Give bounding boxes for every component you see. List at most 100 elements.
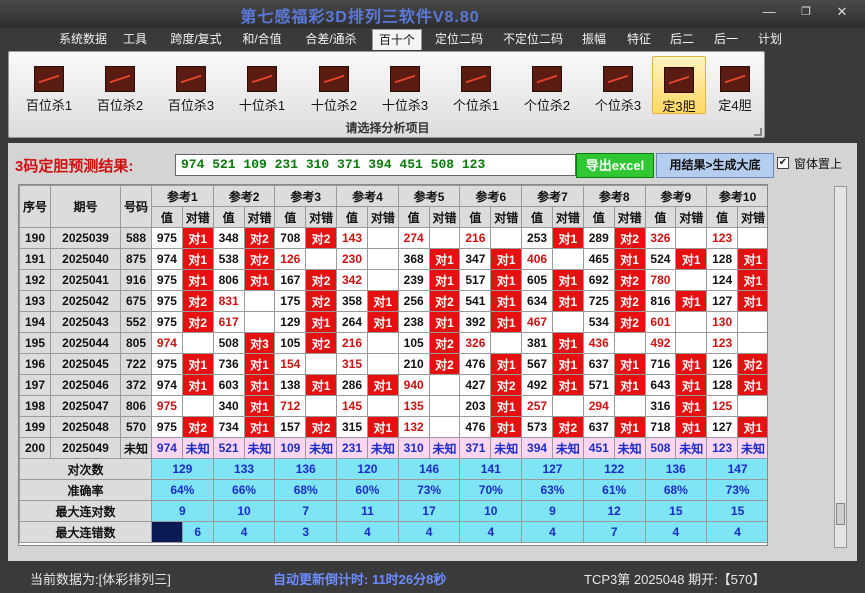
ref-hit-cell (428, 374, 461, 396)
ribbon-tool-11[interactable]: 定4胆 (708, 56, 762, 114)
ref-value-cell: 708 (274, 227, 307, 249)
forecast-code: 未知 (120, 437, 152, 459)
table-row[interactable]: 199 2025048 570 975 对2 734 对1 157 对2 315 对1 132 476 对… (19, 416, 767, 438)
menu-item-11[interactable]: 后二 (664, 29, 700, 50)
stats-value-cell: 4 (459, 521, 523, 543)
menu-item-5[interactable]: 合差/通杀 (297, 29, 365, 50)
vertical-scrollbar[interactable] (834, 186, 847, 548)
menu-item-3[interactable]: 跨度/复式 (163, 29, 229, 50)
ribbon-tool-5[interactable]: 十位杀2 (302, 56, 366, 114)
ref-hit-cell: 对2 (243, 227, 276, 249)
ref-hit-cell: 对1 (675, 416, 708, 438)
ref-hit-cell: 对2 (305, 416, 338, 438)
menu-item-13[interactable]: 计划 (752, 29, 788, 50)
menu-item-9[interactable]: 振幅 (576, 29, 612, 50)
ribbon-tool-label: 十位杀3 (381, 98, 429, 113)
ref-hit-cell: 对2 (305, 290, 338, 312)
ref-hit-cell: 对1 (490, 290, 523, 312)
forecast-value-cell: 521 (212, 437, 245, 459)
row-issue: 2025042 (50, 290, 121, 312)
menu-item-6[interactable]: 百十个 (372, 29, 422, 50)
row-issue: 2025044 (50, 332, 121, 354)
ref-hit-cell: 对2 (737, 353, 767, 375)
table-row[interactable]: 193 2025042 675 975 对2 831 175 对2 358 对1 256 对2 541 对… (19, 290, 767, 312)
row-code: 588 (120, 227, 152, 249)
stats-value-cell: 6 (181, 521, 214, 543)
ref-value-cell: 975 (151, 227, 183, 249)
ribbon-tool-label: 百位杀2 (96, 98, 144, 113)
menu-item-4[interactable]: 和/合值 (237, 29, 287, 50)
ribbon-tool-10[interactable]: 定3胆 (652, 56, 706, 114)
generate-base-button[interactable]: 用结果>生成大底 (656, 153, 774, 178)
line-chart-icon (176, 66, 206, 92)
ref-hit-cell (675, 269, 708, 291)
ref-value-cell: 130 (706, 311, 739, 333)
ribbon-tool-2[interactable]: 百位杀2 (88, 56, 152, 114)
ref-hit-cell: 对1 (675, 290, 708, 312)
forecast-unknown-cell: 未知 (737, 437, 767, 459)
ref-hit-cell (737, 227, 767, 249)
menu-item-8[interactable]: 不定位二码 (496, 29, 570, 50)
ribbon-tool-1[interactable]: 百位杀1 (17, 56, 81, 114)
close-icon[interactable]: ✕ (828, 3, 856, 21)
ribbon-expand-icon[interactable] (754, 128, 762, 136)
table-row[interactable]: 195 2025044 805 974 508 对3 105 对2 216 105 对2 326 381… (19, 332, 767, 354)
ref-value-cell: 257 (521, 395, 553, 417)
forecast-value-cell: 371 (459, 437, 492, 459)
ref-hit-cell: 对1 (181, 227, 214, 249)
col-header-ref-6: 参考6 (459, 185, 523, 207)
ref-hit-cell: 对1 (737, 290, 767, 312)
ref-hit-cell: 对1 (181, 248, 214, 270)
table-row[interactable]: 198 2025047 806 975 340 对1 712 145 135 203 对1 257 29… (19, 395, 767, 417)
ref-value-cell: 492 (644, 332, 677, 354)
ribbon-tool-9[interactable]: 个位杀3 (586, 56, 650, 114)
ref-hit-cell: 对2 (428, 332, 461, 354)
menu-bar: 系统数据 工具 跨度/复式 和/合值 合差/通杀 百十个 定位二码 不定位二码 振幅 特征 后二 后一… (0, 28, 865, 50)
ribbon-tool-label: 个位杀3 (594, 98, 642, 113)
ref-value-cell: 286 (336, 374, 368, 396)
table-row[interactable]: 197 2025046 372 974 对1 603 对1 138 对1 286 对1 940 427 对… (19, 374, 767, 396)
ribbon-tool-label: 十位杀1 (238, 98, 286, 113)
ref-value-cell: 736 (212, 353, 245, 375)
table-row[interactable]: 194 2025043 552 975 对2 617 129 对1 264 对1 238 对1 392 对… (19, 311, 767, 333)
export-excel-button[interactable]: 导出excel (576, 153, 654, 178)
ribbon-tool-8[interactable]: 个位杀2 (515, 56, 579, 114)
table-row[interactable]: 191 2025040 875 974 对1 538 对2 126 230 368 对1 347 对1 4… (19, 248, 767, 270)
ref-hit-cell: 对1 (675, 353, 708, 375)
ref-value-cell: 517 (459, 269, 492, 291)
ribbon-tool-3[interactable]: 百位杀3 (159, 56, 223, 114)
ref-hit-cell: 对1 (366, 311, 399, 333)
ref-value-cell: 524 (644, 248, 677, 270)
menu-item-10[interactable]: 特征 (620, 29, 658, 50)
stats-value-cell: 136 (644, 458, 708, 480)
ref-hit-cell: 对1 (366, 374, 399, 396)
menu-item-2[interactable]: 工具 (118, 29, 152, 50)
result-output-field[interactable]: 974 521 109 231 310 371 394 451 508 123 (175, 154, 576, 176)
ribbon-tool-label: 百位杀1 (25, 98, 73, 113)
ontop-checkbox[interactable]: ✔ (777, 157, 789, 169)
table-row[interactable]: 190 2025039 588 975 对1 348 对2 708 对2 143 274 216 253… (19, 227, 767, 249)
col-subheader-value: 值 (706, 206, 739, 228)
ref-value-cell: 145 (336, 395, 368, 417)
menu-item-12[interactable]: 后一 (708, 29, 744, 50)
table-row[interactable]: 196 2025045 722 975 对1 736 对1 154 315 210 对2 476 对1 5… (19, 353, 767, 375)
ref-hit-cell (675, 332, 708, 354)
forecast-row[interactable]: 200 2025049 未知 974 未知 521 未知 109 未知 231 未知 310 未知 371… (19, 437, 767, 459)
ref-hit-cell (551, 395, 584, 417)
stats-row: 最大连错数 6 4 3 4 4 4 4 7 4 4 (19, 521, 767, 543)
menu-item-1[interactable]: 系统数据 (52, 29, 114, 50)
table-row[interactable]: 192 2025041 916 975 对1 806 对1 167 对2 342 239 对1 517 对… (19, 269, 767, 291)
row-issue: 2025039 (50, 227, 121, 249)
stats-value-cell: 9 (151, 500, 214, 522)
maximize-icon[interactable]: ❐ (792, 3, 820, 21)
row-seq: 197 (19, 374, 51, 396)
ribbon-tool-4[interactable]: 十位杀1 (230, 56, 294, 114)
ref-hit-cell: 对1 (737, 269, 767, 291)
ribbon-tool-6[interactable]: 十位杀3 (373, 56, 437, 114)
menu-item-7[interactable]: 定位二码 (428, 29, 490, 50)
ribbon-tool-7[interactable]: 个位杀1 (444, 56, 508, 114)
stats-row: 对次数 129 133 136 120 146 141 127 122 136 147 (19, 458, 767, 480)
ref-value-cell: 974 (151, 374, 183, 396)
scrollbar-thumb[interactable] (836, 503, 845, 525)
minimize-icon[interactable]: — (755, 3, 783, 21)
